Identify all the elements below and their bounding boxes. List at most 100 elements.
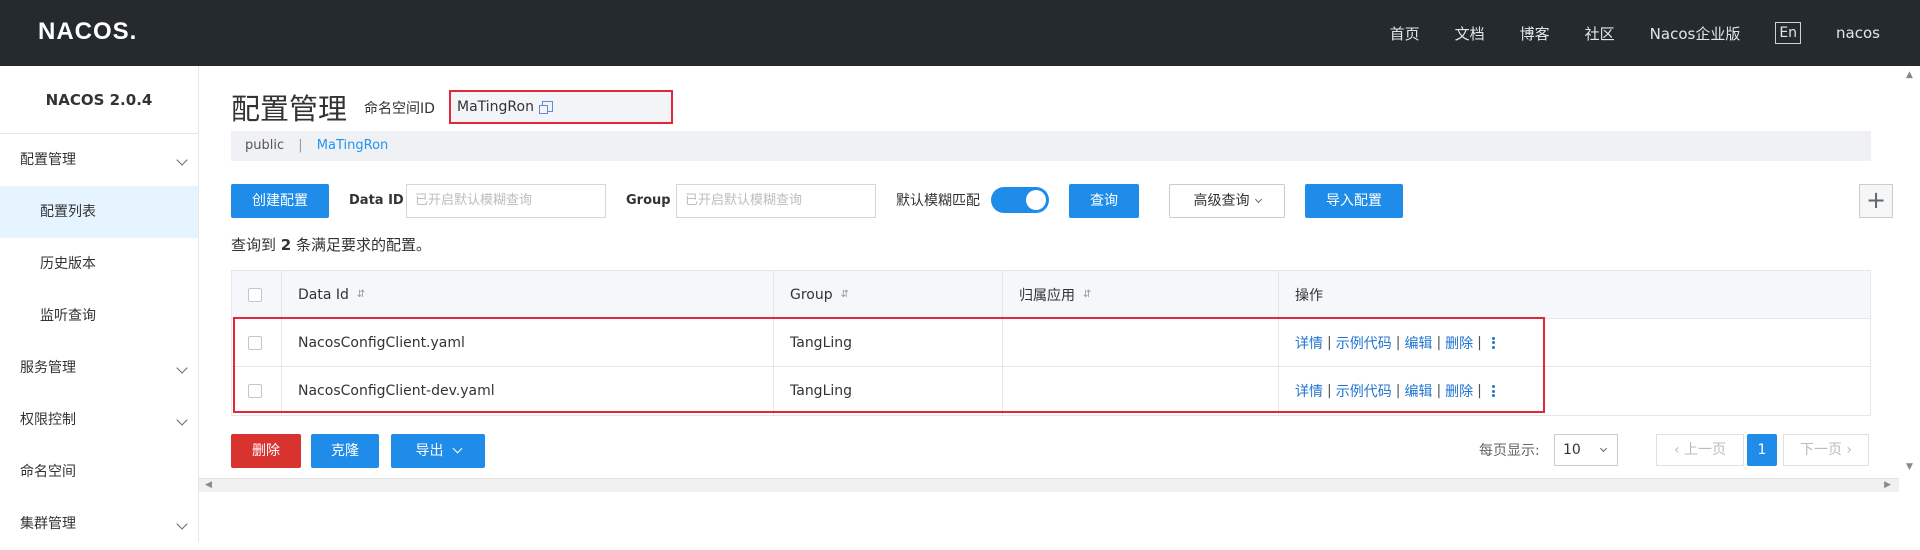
sidebar-item-cluster-management[interactable]: 集群管理 [0, 498, 198, 550]
chevron-down-icon [452, 443, 462, 454]
sort-icon[interactable]: ⇵ [841, 289, 849, 300]
current-page-button[interactable]: 1 [1747, 434, 1777, 466]
nav-docs[interactable]: 文档 [1455, 23, 1485, 44]
row-checkbox[interactable] [248, 384, 262, 398]
select-all-checkbox[interactable] [248, 287, 262, 302]
scroll-up-icon[interactable]: ▲ [1906, 70, 1913, 80]
export-label: 导出 [415, 443, 444, 459]
sample-code-link[interactable]: 示例代码 [1336, 381, 1392, 401]
namespace-breadcrumb: public | MaTingRon [231, 131, 1871, 161]
group-label: Group [626, 193, 671, 208]
chevron-down-icon [176, 362, 188, 374]
sidebar-item-label: 权限控制 [20, 412, 76, 428]
detail-link[interactable]: 详情 [1295, 333, 1323, 353]
clone-button[interactable]: 克隆 [311, 434, 379, 468]
prev-page-button[interactable]: ‹ 上一页 [1656, 434, 1744, 466]
result-suffix: 条满足要求的配置。 [296, 236, 432, 254]
sidebar-item-label: 服务管理 [20, 360, 76, 376]
search-toolbar: 创建配置 Data ID 已开启默认模糊查询 Group 已开启默认模糊查询 默… [231, 184, 1901, 218]
sidebar-item-label: 命名空间 [20, 464, 76, 480]
group-input[interactable]: 已开启默认模糊查询 [676, 184, 876, 218]
user-menu[interactable]: nacos [1836, 24, 1880, 42]
cell-data-id: NacosConfigClient.yaml [282, 319, 774, 366]
cell-app [1003, 367, 1279, 415]
create-config-button[interactable]: 创建配置 [231, 184, 329, 218]
namespace-tab-public[interactable]: public [245, 138, 284, 153]
scroll-right-icon[interactable]: ▶ [1884, 480, 1891, 490]
data-id-input[interactable]: 已开启默认模糊查询 [406, 184, 606, 218]
table-row: NacosConfigClient.yaml TangLing 详情 | 示例代码… [232, 319, 1870, 367]
next-page-button[interactable]: 下一页 › [1783, 434, 1869, 466]
add-icon[interactable]: + [1859, 184, 1893, 218]
import-config-button[interactable]: 导入配置 [1305, 184, 1403, 218]
namespace-id-label: 命名空间ID [364, 101, 435, 117]
sidebar-item-listener-query[interactable]: 监听查询 [0, 290, 198, 342]
export-button[interactable]: 导出 [391, 434, 485, 468]
sidebar-item-label: 配置管理 [20, 152, 76, 168]
sidebar-item-config-management[interactable]: 配置管理 [0, 134, 198, 186]
chevron-down-icon [176, 154, 188, 166]
namespace-id-box: MaTingRon [449, 90, 673, 124]
fuzzy-match-toggle[interactable] [991, 187, 1049, 213]
action-separator: | [1436, 383, 1442, 399]
copy-icon[interactable] [539, 101, 554, 114]
sample-code-link[interactable]: 示例代码 [1336, 333, 1392, 353]
sidebar-item-history[interactable]: 历史版本 [0, 238, 198, 290]
nacos-logo[interactable]: NACOS. [38, 18, 137, 46]
namespace-tab-current[interactable]: MaTingRon [317, 138, 388, 153]
main-content: 配置管理 命名空间ID MaTingRon public | MaTingRon… [199, 66, 1920, 542]
row-checkbox-cell [232, 319, 282, 366]
column-label: Group [790, 286, 833, 303]
sidebar-item-namespace[interactable]: 命名空间 [0, 446, 198, 498]
column-group[interactable]: Group ⇵ [774, 271, 1003, 318]
header-checkbox-cell [232, 271, 282, 318]
sort-icon[interactable]: ⇵ [357, 289, 365, 300]
column-label: 归属应用 [1019, 287, 1075, 304]
per-page-select[interactable]: 10 [1554, 434, 1618, 466]
action-separator: | [1395, 383, 1401, 399]
breadcrumb-separator: | [298, 138, 303, 153]
detail-link[interactable]: 详情 [1295, 381, 1323, 401]
nav-home[interactable]: 首页 [1390, 23, 1420, 44]
sidebar-item-service-management[interactable]: 服务管理 [0, 342, 198, 394]
more-actions-icon[interactable] [1491, 335, 1495, 350]
version-label: NACOS 2.0.4 [0, 66, 198, 134]
data-id-label: Data ID [349, 193, 404, 208]
row-checkbox-cell [232, 367, 282, 415]
bulk-delete-button[interactable]: 删除 [231, 434, 301, 468]
delete-link[interactable]: 删除 [1445, 381, 1473, 401]
scroll-left-icon[interactable]: ◀ [205, 480, 212, 490]
edit-link[interactable]: 编辑 [1404, 381, 1432, 401]
nav-community[interactable]: 社区 [1585, 23, 1615, 44]
edit-link[interactable]: 编辑 [1404, 333, 1432, 353]
cell-app [1003, 319, 1279, 366]
horizontal-scrollbar[interactable]: ◀ ▶ [199, 478, 1899, 492]
column-data-id[interactable]: Data Id ⇵ [282, 271, 774, 318]
cell-actions: 详情 | 示例代码 | 编辑 | 删除 | [1279, 319, 1870, 366]
cell-group: TangLing [774, 319, 1003, 366]
action-separator: | [1327, 334, 1332, 351]
table-header: Data Id ⇵ Group ⇵ 归属应用 ⇵ 操作 [232, 271, 1870, 319]
query-button[interactable]: 查询 [1069, 184, 1139, 218]
sidebar-item-label: 历史版本 [40, 256, 96, 272]
action-separator: | [1477, 334, 1482, 351]
result-summary: 查询到 2 条满足要求的配置。 [231, 234, 431, 255]
chevron-down-icon [1599, 444, 1607, 453]
config-table: Data Id ⇵ Group ⇵ 归属应用 ⇵ 操作 NacosConfigClie… [231, 270, 1871, 416]
prev-page-label: 上一页 [1684, 442, 1727, 458]
sort-icon[interactable]: ⇵ [1083, 289, 1091, 300]
advanced-query-button[interactable]: 高级查询 [1169, 184, 1285, 218]
sidebar-item-config-list[interactable]: 配置列表 [0, 186, 198, 238]
row-checkbox[interactable] [248, 335, 262, 350]
nav-enterprise[interactable]: Nacos企业版 [1650, 23, 1741, 44]
page-title: 配置管理 [231, 92, 348, 126]
more-actions-icon[interactable] [1491, 384, 1495, 399]
sidebar-item-access-control[interactable]: 权限控制 [0, 394, 198, 446]
language-switch[interactable]: En [1775, 22, 1802, 44]
delete-link[interactable]: 删除 [1445, 333, 1473, 353]
column-app[interactable]: 归属应用 ⇵ [1003, 271, 1279, 318]
vertical-scrollbar[interactable]: ▲ ▼ [1901, 66, 1920, 476]
advanced-query-label: 高级查询 [1193, 193, 1250, 209]
nav-blog[interactable]: 博客 [1520, 23, 1550, 44]
scroll-down-icon[interactable]: ▼ [1906, 462, 1913, 472]
